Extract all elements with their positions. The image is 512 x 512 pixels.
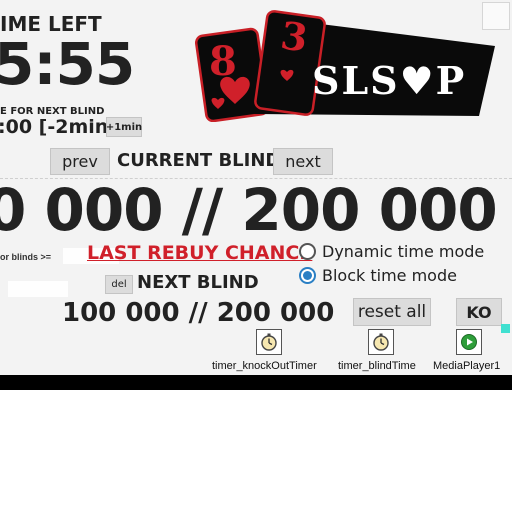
stopwatch-icon [261,333,277,351]
form-bottom-border [0,375,512,390]
last-rebuy-chance-label: LAST REBUY CHANCE [87,242,313,264]
knockout-timer-component[interactable] [256,329,282,355]
stopwatch-icon [373,333,389,351]
resize-handle[interactable] [501,324,510,333]
time-left-value: 5:55 [0,30,135,98]
logo-text: SLS♥P [312,58,467,103]
current-blind-label: CURRENT BLIND [117,150,281,171]
next-blind-time-value: :00 [-2min] [0,116,117,138]
prev-blind-button[interactable]: prev [50,148,110,175]
blind-timer-component[interactable] [368,329,394,355]
play-icon [461,334,477,350]
knockout-timer-label: timer_knockOutTimer [212,360,317,372]
media-player-component[interactable] [456,329,482,355]
next-blind-label: NEXT BLIND [137,272,259,293]
dynamic-time-mode-label: Dynamic time mode [322,242,485,261]
rebuy-amount-input[interactable] [8,281,68,297]
designer-form: IME LEFT 5:55 E FOR NEXT BLIND :00 [-2mi… [0,0,512,375]
rebuy-blinds-label: or blinds >= [0,252,52,262]
slsop-logo: 8 3 SLS♥P [194,10,500,123]
reset-all-button[interactable]: reset all [353,298,431,326]
next-blind-value: 100 000 // 200 000 [62,298,335,328]
block-time-mode-radio[interactable] [299,267,316,284]
delete-button[interactable]: del [105,275,133,294]
next-blind-button[interactable]: next [273,148,333,175]
add-minute-button[interactable]: +1min [106,117,142,137]
block-time-mode-label: Block time mode [322,266,457,285]
dynamic-time-mode-radio[interactable] [299,243,316,260]
blind-timer-label: timer_blindTime [338,360,416,372]
media-player-label: MediaPlayer1 [433,360,501,372]
ko-button[interactable]: KO [456,298,502,326]
card-left-rank: 8 [209,38,237,85]
tray-component-box [482,2,510,30]
current-blind-value: 0 000 // 200 000 [0,176,498,244]
